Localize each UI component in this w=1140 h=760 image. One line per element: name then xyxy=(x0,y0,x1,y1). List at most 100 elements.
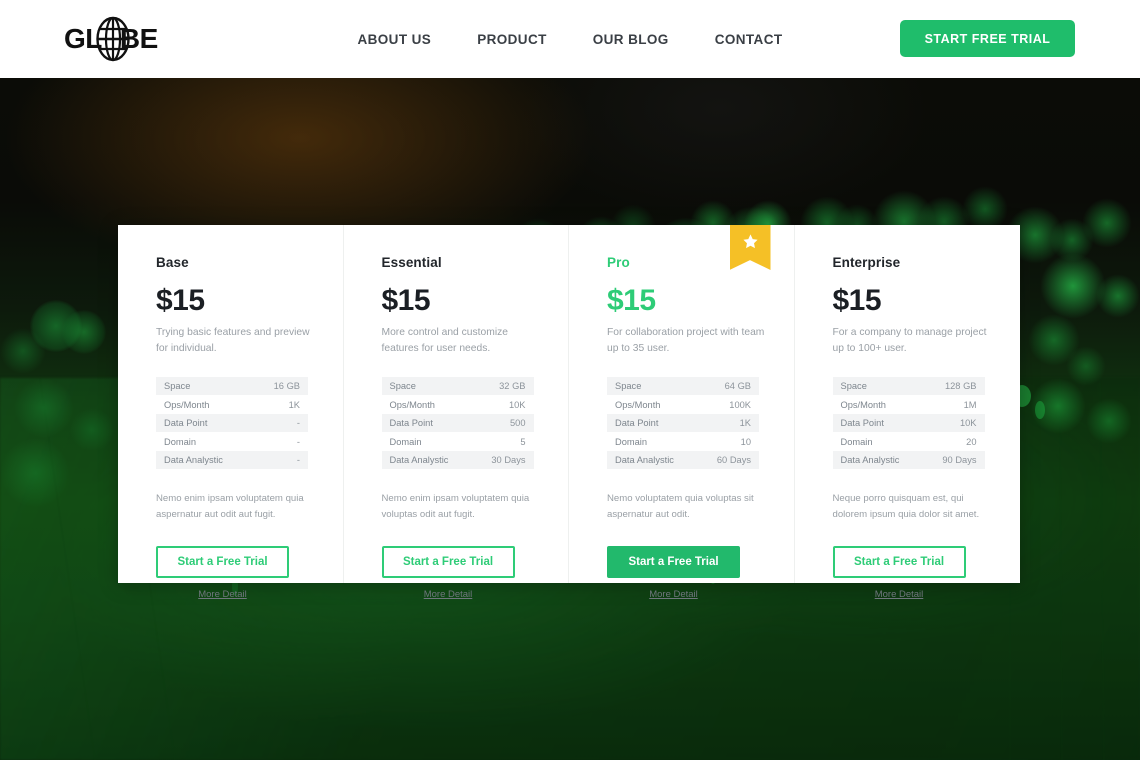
feature-label: Space xyxy=(615,381,642,392)
plan-more-detail-link[interactable]: More Detail xyxy=(382,589,515,600)
feature-label: Space xyxy=(389,381,416,392)
feature-value: - xyxy=(296,455,300,466)
plan-description: For collaboration project with team up t… xyxy=(607,327,765,354)
feature-value: 5 xyxy=(520,436,526,447)
feature-label: Data Analystic xyxy=(389,455,449,466)
plan-trial-button[interactable]: Start a Free Trial xyxy=(156,546,289,579)
feature-label: Data Analystic xyxy=(164,455,223,466)
feature-row: Domain 5 xyxy=(382,432,534,451)
feature-row: Ops/Month 10K xyxy=(382,395,534,414)
feature-label: Domain xyxy=(615,436,648,447)
plan-more-detail-link[interactable]: More Detail xyxy=(833,589,966,600)
plan-price: $15 xyxy=(832,284,882,317)
pricing-card-base: Base $15 Trying basic features and previ… xyxy=(118,225,344,600)
pricing-card-pro: Pro $15 For collaboration project with t… xyxy=(569,225,795,600)
feature-list: Space 32 GB Ops/Month 10K Data Point 500… xyxy=(381,376,534,470)
feature-value: 60 Days xyxy=(716,455,751,466)
feature-row: Ops/Month 1M xyxy=(833,395,985,414)
feature-row: Ops/Month 1K xyxy=(156,395,308,414)
feature-row: Space 64 GB xyxy=(607,376,759,396)
feature-row: Data Analystic 90 Days xyxy=(832,450,985,470)
plan-description: Trying basic features and preview for in… xyxy=(156,327,310,354)
plan-description: More control and customize features for … xyxy=(381,327,508,354)
feature-value: 1K xyxy=(288,399,300,410)
plan-note: Nemo enim ipsam voluptatem quia voluptas… xyxy=(381,493,530,520)
plan-name: Base xyxy=(156,255,189,270)
feature-label: Space xyxy=(840,381,867,392)
feature-list: Space 64 GB Ops/Month 100K Data Point 1K… xyxy=(607,376,759,470)
feature-value: 64 GB xyxy=(724,381,751,392)
feature-label: Ops/Month xyxy=(389,399,435,410)
plan-description: For a company to manage project up to 10… xyxy=(832,327,987,354)
feature-label: Ops/Month xyxy=(615,399,661,410)
pricing-card-essential: Essential $15 More control and customize… xyxy=(344,225,569,600)
feature-label: Data Point xyxy=(615,418,659,429)
plan-more-detail-link[interactable]: More Detail xyxy=(156,589,289,600)
feature-row: Domain 10 xyxy=(607,432,759,451)
plan-trial-button[interactable]: Start a Free Trial xyxy=(832,546,966,579)
nav-item-product[interactable]: PRODUCT xyxy=(477,32,547,47)
feature-row: Domain - xyxy=(156,432,308,451)
feature-value: - xyxy=(296,418,300,429)
feature-value: 16 GB xyxy=(273,381,300,392)
nav-item-about-us[interactable]: ABOUT US xyxy=(357,32,431,47)
plan-more-detail-link[interactable]: More Detail xyxy=(607,589,740,600)
feature-value: 500 xyxy=(509,418,526,429)
feature-row: Data Point 10K xyxy=(832,413,985,433)
feature-label: Domain xyxy=(840,436,873,447)
plan-note: Nemo enim ipsam voluptatem quia aspernat… xyxy=(156,493,304,520)
feature-row: Data Point 500 xyxy=(381,413,534,433)
feature-label: Ops/Month xyxy=(840,399,886,410)
feature-row: Data Analystic 60 Days xyxy=(607,450,759,470)
feature-value: 32 GB xyxy=(499,381,526,392)
feature-row: Data Point - xyxy=(156,413,308,433)
pricing-table: Base $15 Trying basic features and previ… xyxy=(118,225,1021,600)
feature-row: Data Analystic - xyxy=(156,450,308,470)
star-icon xyxy=(742,234,758,249)
feature-label: Data Point xyxy=(164,418,208,429)
plan-note: Neque porro quisquam est, qui dolorem ip… xyxy=(832,493,980,520)
feature-value: 10K xyxy=(508,399,526,410)
feature-label: Ops/Month xyxy=(164,399,210,410)
feature-row: Space 128 GB xyxy=(832,376,985,396)
feature-value: 100K xyxy=(729,399,751,410)
plan-name: Essential xyxy=(381,255,442,270)
feature-value: 1M xyxy=(963,399,977,410)
site-header: GL BE ABOUT US PRODUCT OUR BLOG CONTACT … xyxy=(0,0,1140,78)
feature-label: Domain xyxy=(389,436,422,447)
plan-trial-button[interactable]: Start a Free Trial xyxy=(381,546,515,579)
feature-row: Data Point 1K xyxy=(607,413,759,433)
feature-row: Data Analystic 30 Days xyxy=(381,450,534,470)
feature-row: Space 16 GB xyxy=(156,376,308,396)
feature-label: Data Point xyxy=(389,418,433,429)
plan-price: $15 xyxy=(156,284,205,317)
feature-label: Data Analystic xyxy=(840,455,900,466)
feature-row: Domain 20 xyxy=(833,432,985,451)
feature-label: Domain xyxy=(164,436,197,447)
feature-value: - xyxy=(296,436,300,447)
feature-value: 10 xyxy=(740,436,751,447)
nav-item-contact[interactable]: CONTACT xyxy=(715,32,783,47)
nav-item-our-blog[interactable]: OUR BLOG xyxy=(593,32,669,47)
start-free-trial-button[interactable]: START FREE TRIAL xyxy=(900,20,1075,57)
plan-price: $15 xyxy=(381,284,431,317)
logo-text-left: GL xyxy=(64,23,102,54)
feature-row: Ops/Month 100K xyxy=(607,395,759,414)
feature-value: 128 GB xyxy=(944,381,977,392)
feature-value: 30 Days xyxy=(491,455,526,466)
plan-trial-button[interactable]: Start a Free Trial xyxy=(607,546,740,579)
feature-list: Space 128 GB Ops/Month 1M Data Point 10K… xyxy=(832,376,985,470)
logo-text-right: BE xyxy=(119,23,158,54)
feature-list: Space 16 GB Ops/Month 1K Data Point - Do… xyxy=(156,376,308,470)
feature-label: Data Point xyxy=(840,418,884,429)
feature-label: Space xyxy=(164,381,191,392)
pricing-card-enterprise: Enterprise $15 For a company to manage p… xyxy=(795,225,1021,600)
feature-row: Space 32 GB xyxy=(381,376,534,396)
plan-price: $15 xyxy=(607,284,656,317)
feature-value: 90 Days xyxy=(942,455,977,466)
plan-name: Enterprise xyxy=(832,255,901,270)
feature-value: 10K xyxy=(959,418,977,429)
feature-value: 20 xyxy=(966,436,977,447)
plan-note: Nemo voluptatem quia voluptas sit aspern… xyxy=(607,493,754,520)
feature-label: Data Analystic xyxy=(615,455,674,466)
